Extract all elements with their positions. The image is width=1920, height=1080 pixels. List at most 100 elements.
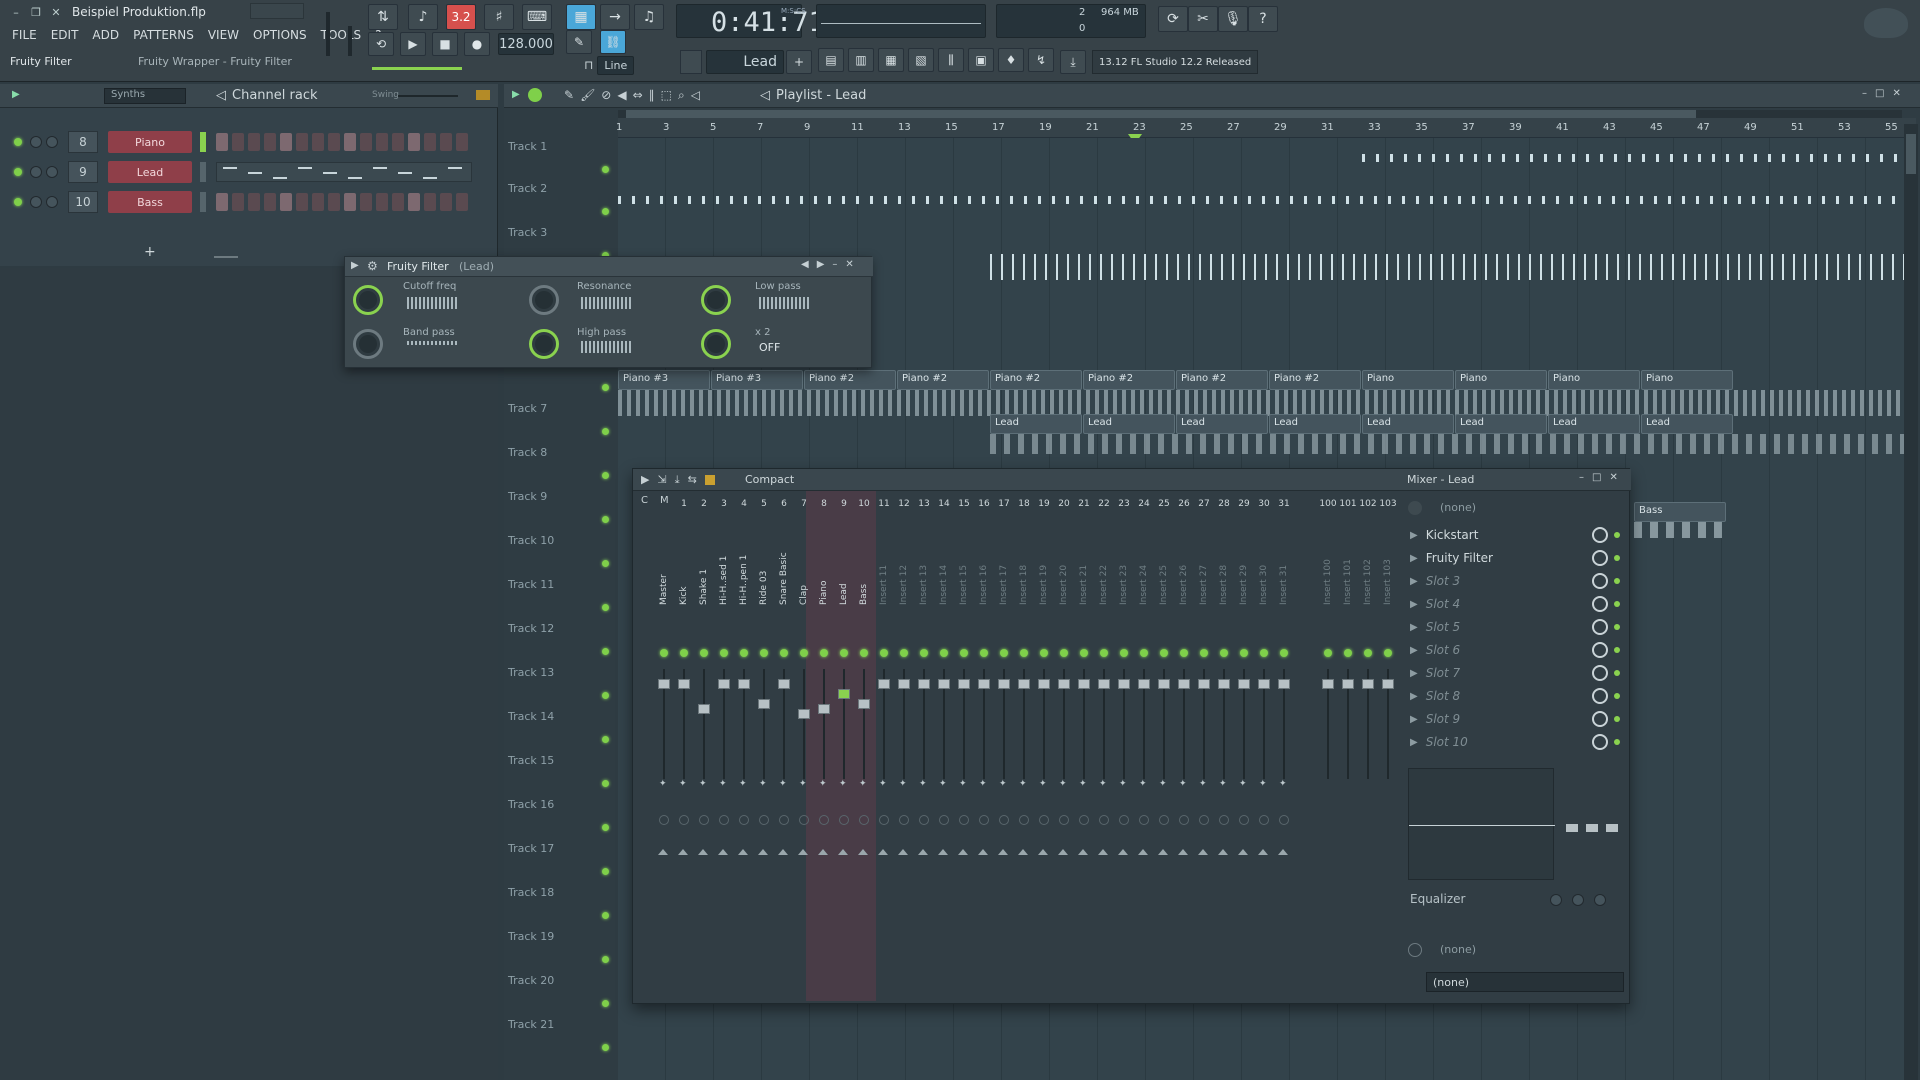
strip-pan-knob[interactable]: ✦ bbox=[1239, 779, 1249, 789]
track-led-icon[interactable] bbox=[602, 912, 609, 919]
mixer-view-icon[interactable] bbox=[704, 475, 715, 485]
pattern-selector[interactable]: Lead bbox=[706, 50, 784, 74]
fx-slot[interactable]: ▶ Slot 6 bbox=[1402, 639, 1630, 661]
track-label[interactable]: Track 7 bbox=[508, 402, 547, 415]
strip-volume-fader[interactable] bbox=[798, 709, 810, 719]
filter-gear-icon[interactable]: ⚙ bbox=[367, 259, 378, 273]
mixer-link-icon[interactable]: ⇆ bbox=[688, 473, 697, 487]
strip-pan-knob[interactable]: ✦ bbox=[1219, 779, 1229, 789]
playlist-arrow-icon[interactable]: ▶ bbox=[512, 89, 520, 100]
strip-enable-led[interactable] bbox=[1384, 649, 1392, 657]
master-pitch-slider[interactable] bbox=[348, 26, 352, 56]
strip-enable-led[interactable] bbox=[680, 649, 688, 657]
swing-slider[interactable] bbox=[398, 95, 458, 97]
mixer-strip[interactable]: 27 Insert 27 ✦ bbox=[1195, 499, 1213, 997]
strip-route-icon[interactable] bbox=[1078, 849, 1088, 855]
step-button[interactable] bbox=[216, 193, 228, 211]
strip-record-icon[interactable] bbox=[719, 815, 729, 825]
strip-record-icon[interactable] bbox=[759, 815, 769, 825]
highpass-knob[interactable] bbox=[529, 329, 559, 359]
strip-pan-knob[interactable]: ✦ bbox=[859, 779, 869, 789]
mixer-strip[interactable]: 21 Insert 21 ✦ bbox=[1075, 499, 1093, 997]
track-label[interactable]: Track 8 bbox=[508, 446, 547, 459]
mixer-strip[interactable]: 26 Insert 26 ✦ bbox=[1175, 499, 1193, 997]
strip-pan-knob[interactable]: ✦ bbox=[1099, 779, 1109, 789]
fx-slot[interactable]: ▶ Slot 7 bbox=[1402, 662, 1630, 684]
mixer-extra-strip[interactable]: 103 Insert 103 bbox=[1379, 499, 1397, 997]
channel-select-indicator[interactable] bbox=[200, 162, 206, 182]
strip-record-icon[interactable] bbox=[699, 815, 709, 825]
strip-record-icon[interactable] bbox=[799, 815, 809, 825]
strip-enable-led[interactable] bbox=[1140, 649, 1148, 657]
track-led-icon[interactable] bbox=[602, 384, 609, 391]
strip-enable-led[interactable] bbox=[1364, 649, 1372, 657]
strip-enable-led[interactable] bbox=[800, 649, 808, 657]
strip-route-icon[interactable] bbox=[798, 849, 808, 855]
step-button[interactable] bbox=[328, 133, 340, 151]
strip-record-icon[interactable] bbox=[979, 815, 989, 825]
strip-enable-led[interactable] bbox=[720, 649, 728, 657]
lead-clip[interactable]: Lead bbox=[1641, 414, 1733, 434]
strip-route-icon[interactable] bbox=[718, 849, 728, 855]
output-route-box[interactable]: (none) bbox=[1426, 972, 1624, 992]
channel-mixer-number[interactable]: 10 bbox=[68, 191, 98, 213]
mixer-strip[interactable]: 15 Insert 15 ✦ bbox=[955, 499, 973, 997]
slot-arrow-icon[interactable]: ▶ bbox=[1410, 737, 1418, 748]
minimize-icon[interactable]: – bbox=[8, 4, 24, 20]
strip-enable-led[interactable] bbox=[1080, 649, 1088, 657]
strip-enable-led[interactable] bbox=[1020, 649, 1028, 657]
strip-enable-led[interactable] bbox=[1280, 649, 1288, 657]
strip-route-icon[interactable] bbox=[1258, 849, 1268, 855]
slot-arrow-icon[interactable]: ▶ bbox=[1410, 576, 1418, 587]
mixer-strip[interactable]: 19 Insert 19 ✦ bbox=[1035, 499, 1053, 997]
mixer-strip[interactable]: 31 Insert 31 ✦ bbox=[1275, 499, 1293, 997]
cutoff-knob[interactable] bbox=[353, 285, 383, 315]
slot-arrow-icon[interactable]: ▶ bbox=[1410, 622, 1418, 633]
step-button[interactable] bbox=[328, 193, 340, 211]
strip-record-icon[interactable] bbox=[739, 815, 749, 825]
lead-clip[interactable]: Lead bbox=[1548, 414, 1640, 434]
slot-mix-knob[interactable] bbox=[1592, 642, 1608, 658]
mixer-strip[interactable]: 5 Ride 03 ✦ bbox=[755, 499, 773, 997]
strip-route-icon[interactable] bbox=[1218, 849, 1228, 855]
strip-volume-fader[interactable] bbox=[1118, 679, 1130, 689]
time-display-box[interactable]: 0:41:71 M:S:CS bbox=[676, 4, 825, 38]
strip-route-icon[interactable] bbox=[778, 849, 788, 855]
strip-volume-fader[interactable] bbox=[1278, 679, 1290, 689]
slot-mix-knob[interactable] bbox=[1592, 527, 1608, 543]
strip-record-icon[interactable] bbox=[1119, 815, 1129, 825]
track-label[interactable]: Track 15 bbox=[508, 754, 554, 767]
slot-enable-led[interactable] bbox=[1614, 555, 1620, 561]
strip-record-icon[interactable] bbox=[819, 815, 829, 825]
track-led-icon[interactable] bbox=[602, 1044, 609, 1051]
strip-record-icon[interactable] bbox=[1059, 815, 1069, 825]
track-led-icon[interactable] bbox=[602, 868, 609, 875]
strip-record-icon[interactable] bbox=[919, 815, 929, 825]
step-button[interactable] bbox=[248, 193, 260, 211]
slot-mix-knob[interactable] bbox=[1592, 573, 1608, 589]
channel-mixer-number[interactable]: 9 bbox=[68, 161, 98, 183]
strip-record-icon[interactable] bbox=[1019, 815, 1029, 825]
strip-volume-fader[interactable] bbox=[718, 679, 730, 689]
strip-pan-knob[interactable]: ✦ bbox=[1079, 779, 1089, 789]
strip-route-icon[interactable] bbox=[998, 849, 1008, 855]
strip-pan-knob[interactable]: ✦ bbox=[719, 779, 729, 789]
bass-clip[interactable]: Bass bbox=[1634, 502, 1726, 522]
slip-tool-icon[interactable]: ⇔ bbox=[633, 88, 643, 103]
menu-edit[interactable]: EDIT bbox=[51, 28, 79, 42]
track-label[interactable]: Track 2 bbox=[508, 182, 547, 195]
mixer-strip[interactable]: 2 Shake 1 ✦ bbox=[695, 499, 713, 997]
strip-volume-fader[interactable] bbox=[958, 679, 970, 689]
mixer-strip[interactable]: 29 Insert 29 ✦ bbox=[1235, 499, 1253, 997]
strip-enable-led[interactable] bbox=[1240, 649, 1248, 657]
slot-enable-led[interactable] bbox=[1614, 578, 1620, 584]
piano-clip[interactable]: Piano #3 bbox=[618, 370, 710, 390]
strip-enable-led[interactable] bbox=[1260, 649, 1268, 657]
x2-knob[interactable] bbox=[701, 329, 731, 359]
strip-enable-led[interactable] bbox=[980, 649, 988, 657]
strip-enable-led[interactable] bbox=[660, 649, 668, 657]
step-button[interactable] bbox=[280, 193, 292, 211]
step-button[interactable] bbox=[264, 193, 276, 211]
song-mode-icon[interactable]: ♪ bbox=[408, 4, 438, 30]
strip-volume-fader[interactable] bbox=[1078, 679, 1090, 689]
